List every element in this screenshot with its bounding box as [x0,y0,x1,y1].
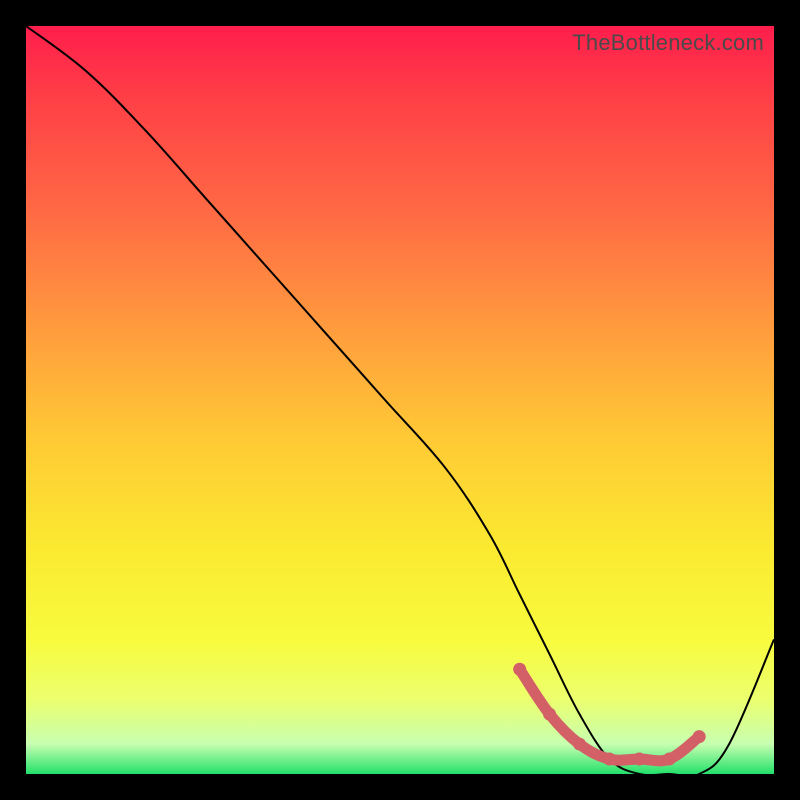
bottleneck-curve-svg [26,26,774,774]
valley-accent-dot [633,753,646,766]
valley-accent-dot [603,753,616,766]
valley-accent-dot [513,663,526,676]
bottleneck-curve [26,26,774,776]
valley-accent-dot [663,753,676,766]
valley-accent-dot [693,730,706,743]
valley-accent-dot [573,738,586,751]
valley-accent-dot [543,708,556,721]
plot-area: TheBottleneck.com [26,26,774,774]
